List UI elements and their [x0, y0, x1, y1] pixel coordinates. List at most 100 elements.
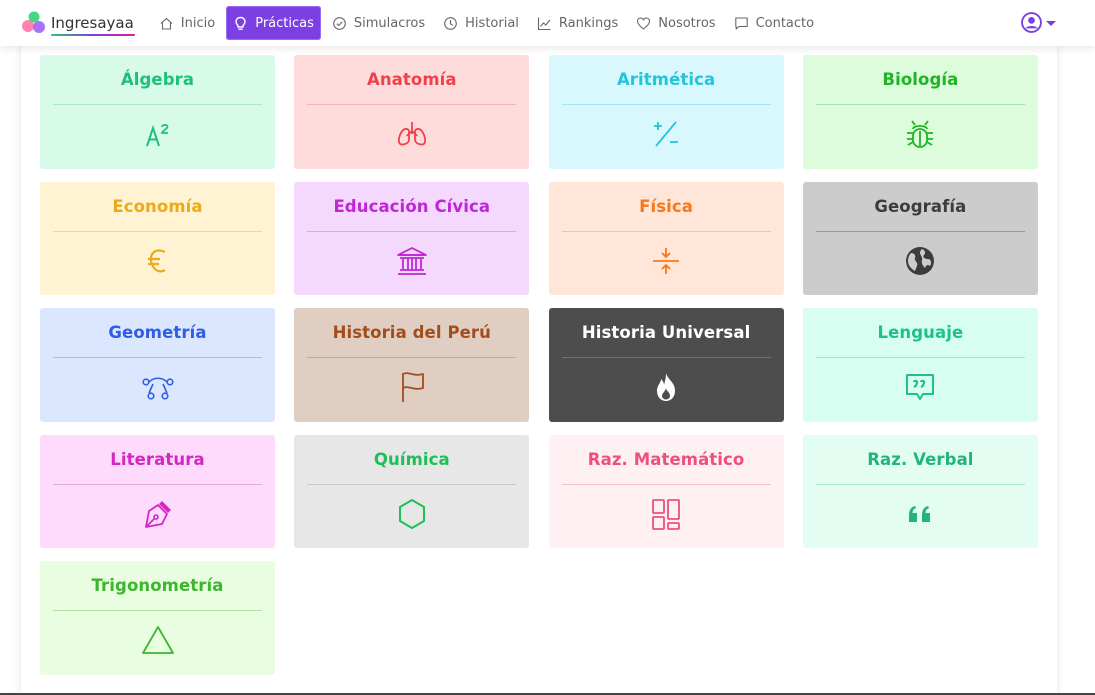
subject-card-title: Álgebra: [120, 70, 195, 89]
caret-down-icon: [1046, 20, 1056, 26]
subject-card[interactable]: Biología: [802, 55, 1038, 169]
nav-item-simulacros[interactable]: Simulacros: [325, 6, 432, 40]
subject-card-divider: [53, 610, 262, 611]
subject-card[interactable]: Anatomía: [294, 55, 530, 169]
subject-card-divider: [307, 104, 517, 105]
user-circle-icon: [1021, 12, 1042, 33]
nav-item-label: Contacto: [755, 15, 815, 31]
subject-card-title: Raz. Matemático: [587, 449, 745, 469]
subject-card[interactable]: Raz. Matemático: [548, 434, 784, 548]
subject-card-divider: [815, 104, 1025, 105]
subject-card-title: Aritmética: [616, 70, 716, 89]
building-columns-icon: [294, 244, 529, 278]
subject-card[interactable]: Álgebra: [40, 55, 275, 169]
nav-item-practicas[interactable]: Prácticas: [226, 6, 321, 40]
subject-card-divider: [561, 230, 771, 232]
subject-card[interactable]: Física: [548, 181, 784, 295]
subject-card-divider: [561, 357, 771, 358]
subject-card-divider: [307, 230, 517, 232]
quote-left-icon: [803, 497, 1038, 531]
brand-name: Ingresayaa: [51, 14, 135, 36]
subject-card-divider: [815, 483, 1025, 485]
quote-bubble-icon: [803, 370, 1038, 404]
nav-item-label: Rankings: [558, 15, 619, 31]
nav-item-label: Simulacros: [353, 15, 426, 31]
subject-card-divider: [561, 104, 771, 105]
triangle-icon: [40, 623, 275, 657]
subject-card[interactable]: Trigonometría: [40, 561, 275, 675]
subject-card-title: Geometría: [108, 323, 207, 342]
compress-arrows-icon: [549, 244, 784, 278]
subject-card[interactable]: Literatura: [40, 434, 275, 548]
flag-icon: [294, 370, 529, 404]
page: Álgebra Anatomía Aritmética Biología Economí…: [0, 0, 1095, 695]
subject-card-title: Trigonometría: [91, 576, 224, 595]
bug-icon: [803, 117, 1038, 151]
superscript-icon: [40, 117, 275, 151]
user-menu[interactable]: [1021, 12, 1057, 33]
subject-card[interactable]: Química: [294, 434, 530, 548]
subject-card-divider: [53, 483, 262, 485]
subject-card-title: Economía: [112, 196, 203, 216]
subject-card-title: Literatura: [110, 449, 205, 469]
subject-card-title: Química: [373, 449, 450, 469]
subject-card-title: Geografía: [874, 196, 967, 216]
subject-card-divider: [307, 357, 517, 358]
subject-card-title: Anatomía: [366, 70, 457, 89]
chart-line-icon: [537, 17, 551, 30]
euro-icon: [40, 244, 275, 278]
subject-card-title: Física: [639, 196, 694, 216]
subject-card-divider: [53, 357, 262, 358]
subject-card[interactable]: Geografía: [802, 181, 1038, 295]
subject-card[interactable]: Aritmética: [548, 55, 784, 169]
nav-item-label: Inicio: [180, 15, 216, 31]
layout-grid-icon: [549, 497, 784, 531]
nav-item-label: Nosotros: [658, 15, 716, 31]
subject-card-title: Raz. Verbal: [867, 449, 974, 469]
nav-item-inicio[interactable]: Inicio: [152, 6, 222, 40]
heart-icon: [637, 16, 651, 30]
subject-card[interactable]: Economía: [40, 181, 275, 295]
lightbulb-icon: [235, 16, 246, 30]
home-icon: [160, 17, 173, 30]
bezier-curve-icon: [40, 370, 275, 404]
subject-card[interactable]: Raz. Verbal: [802, 434, 1038, 548]
subject-card[interactable]: Historia del Perú: [294, 308, 530, 422]
nav-item-contacto[interactable]: Contacto: [727, 6, 822, 40]
subject-grid: Álgebra Anatomía Aritmética Biología Economí…: [40, 55, 1038, 675]
nav-item-historial[interactable]: Historial: [436, 6, 526, 40]
nav-item-rankings[interactable]: Rankings: [530, 6, 625, 40]
plus-minus-icon: [549, 117, 784, 151]
subject-card[interactable]: Historia Universal: [548, 308, 784, 422]
subject-card-divider: [53, 104, 262, 105]
hexagon-icon: [294, 497, 529, 531]
subject-card-title: Educación Cívica: [333, 196, 491, 216]
subject-card[interactable]: Educación Cívica: [294, 181, 530, 295]
main-content: Álgebra Anatomía Aritmética Biología Economí…: [21, 40, 1057, 695]
pen-nib-icon: [40, 497, 275, 531]
lungs-icon: [294, 117, 529, 151]
nav-items: Inicio Prácticas Simulacros Historial Rankin…: [152, 0, 825, 46]
nav-item-label: Prácticas: [255, 15, 314, 31]
navbar: Ingresayaa Inicio Prácticas Simulacros Hist…: [0, 0, 1095, 46]
subject-card-divider: [307, 483, 517, 485]
subject-card-divider: [561, 483, 771, 485]
check-circle-icon: [333, 16, 346, 30]
brand-logo-icon: [22, 11, 45, 33]
chat-icon: [734, 16, 748, 30]
subject-card-title: Lenguaje: [877, 323, 964, 342]
nav-item-nosotros[interactable]: Nosotros: [629, 6, 722, 40]
subject-card-title: Historia Universal: [581, 323, 751, 342]
subject-card-divider: [53, 230, 262, 232]
nav-item-label: Historial: [465, 15, 519, 31]
subject-card-title: Biología: [882, 70, 959, 89]
subject-card-title: Historia del Perú: [332, 323, 492, 342]
clock-icon: [444, 16, 458, 30]
subject-card-divider: [815, 230, 1025, 232]
subject-card[interactable]: Lenguaje: [802, 308, 1038, 422]
brand[interactable]: Ingresayaa: [20, 10, 135, 36]
globe-icon: [803, 244, 1038, 278]
subject-card[interactable]: Geometría: [40, 308, 275, 422]
fire-icon: [549, 370, 784, 404]
subject-card-divider: [815, 357, 1025, 358]
